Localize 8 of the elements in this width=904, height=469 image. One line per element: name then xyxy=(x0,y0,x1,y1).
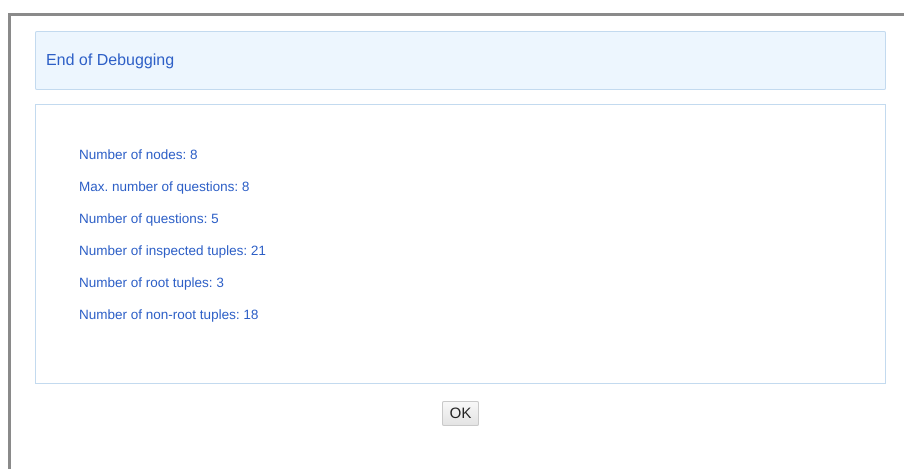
stat-line: Number of nodes: 8 xyxy=(79,146,199,164)
stat-line: Max. number of questions: 8 xyxy=(79,178,250,196)
stat-line: Number of non-root tuples: 18 xyxy=(79,306,260,324)
stat-line: Number of inspected tuples: 21 xyxy=(79,242,267,260)
stat-line: Number of questions: 5 xyxy=(79,210,220,228)
stat-line: Number of root tuples: 3 xyxy=(79,274,225,292)
ok-button[interactable]: OK xyxy=(442,401,480,426)
dialog-title: End of Debugging xyxy=(46,52,174,70)
